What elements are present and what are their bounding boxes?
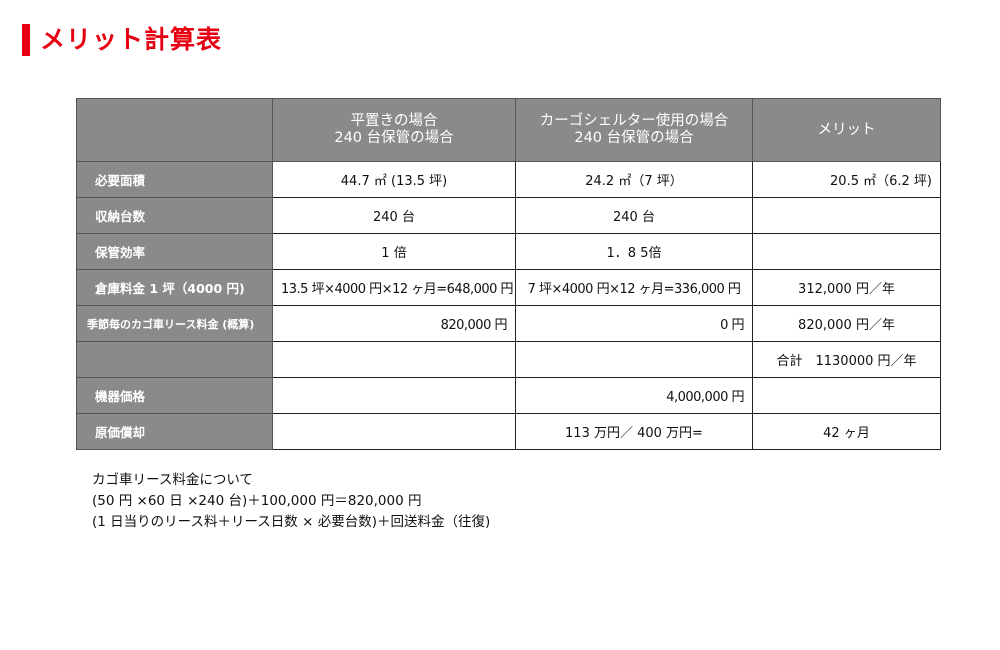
cell-flat: 1 倍 xyxy=(272,233,516,270)
table-row: 合計 1130000 円／年 xyxy=(76,341,941,378)
cell-flat: 13.5 坪×4000 円×12 ヶ月=648,000 円 xyxy=(272,269,516,306)
cell-cargo: 113 万円／ 400 万円= xyxy=(515,413,753,450)
table-row: 保管効率 1 倍 1．8 5倍 xyxy=(76,233,941,270)
row-label: 機器価格 xyxy=(76,377,273,414)
cell-cargo: 4,000,000 円 xyxy=(515,377,753,414)
row-label: 必要面積 xyxy=(76,161,273,198)
cell-merit xyxy=(752,377,941,414)
table-row: 機器価格 4,000,000 円 xyxy=(76,377,941,414)
table-row: 倉庫料金 1 坪（4000 円) 13.5 坪×4000 円×12 ヶ月=648… xyxy=(76,269,941,306)
cell-merit: 20.5 ㎡（6.2 坪) xyxy=(752,161,941,198)
header-flat-line1: 平置きの場合 xyxy=(350,113,438,129)
cell-cargo: 1．8 5倍 xyxy=(515,233,753,270)
table-row: 収納台数 240 台 240 台 xyxy=(76,197,941,234)
table-row: 季節毎のカゴ車リース料金 (概算) 820,000 円 0 円 820,000 … xyxy=(76,305,941,342)
lease-notes: カゴ車リース料金について (50 円 ×60 日 ×240 台)＋100,000… xyxy=(92,470,490,533)
header-flat: 平置きの場合 240 台保管の場合 xyxy=(272,98,516,162)
header-cargo-line2: 240 台保管の場合 xyxy=(574,130,694,146)
cell-cargo: 240 台 xyxy=(515,197,753,234)
header-flat-line2: 240 台保管の場合 xyxy=(334,130,454,146)
row-label: 原価償却 xyxy=(76,413,273,450)
merit-table: 平置きの場合 240 台保管の場合 カーゴシェルター使用の場合 240 台保管の… xyxy=(76,98,941,450)
cell-cargo: 7 坪×4000 円×12 ヶ月=336,000 円 xyxy=(515,269,753,306)
table-header-row: 平置きの場合 240 台保管の場合 カーゴシェルター使用の場合 240 台保管の… xyxy=(76,98,941,162)
cell-flat xyxy=(272,413,516,450)
title-accent-bar xyxy=(22,24,30,56)
cell-merit xyxy=(752,197,941,234)
cell-merit: 42 ヶ月 xyxy=(752,413,941,450)
cell-cargo xyxy=(515,341,753,378)
row-label: 収納台数 xyxy=(76,197,273,234)
cell-merit xyxy=(752,233,941,270)
row-label: 保管効率 xyxy=(76,233,273,270)
header-blank xyxy=(76,98,273,162)
cell-cargo: 0 円 xyxy=(515,305,753,342)
note-line: (1 日当りのリース料＋リース日数 × 必要台数)＋回送料金（往復) xyxy=(92,514,491,530)
cell-flat xyxy=(272,341,516,378)
cell-merit: 312,000 円／年 xyxy=(752,269,941,306)
note-line: (50 円 ×60 日 ×240 台)＋100,000 円＝820,000 円 xyxy=(92,493,422,509)
row-label: 倉庫料金 1 坪（4000 円) xyxy=(76,269,273,306)
cell-merit-total: 合計 1130000 円／年 xyxy=(752,341,941,378)
header-cargo-line1: カーゴシェルター使用の場合 xyxy=(539,113,729,129)
cell-flat: 820,000 円 xyxy=(272,305,516,342)
header-cargo-shelter: カーゴシェルター使用の場合 240 台保管の場合 xyxy=(515,98,753,162)
table-row: 必要面積 44.7 ㎡ (13.5 坪) 24.2 ㎡（7 坪） 20.5 ㎡（… xyxy=(76,161,941,198)
cell-flat xyxy=(272,377,516,414)
cell-cargo: 24.2 ㎡（7 坪） xyxy=(515,161,753,198)
cell-merit: 820,000 円／年 xyxy=(752,305,941,342)
table-row: 原価償却 113 万円／ 400 万円= 42 ヶ月 xyxy=(76,413,941,450)
row-label xyxy=(76,341,273,378)
note-line: カゴ車リース料金について xyxy=(92,472,253,488)
header-merit: メリット xyxy=(752,98,941,162)
cell-flat: 240 台 xyxy=(272,197,516,234)
cell-flat: 44.7 ㎡ (13.5 坪) xyxy=(272,161,516,198)
page-title: メリット計算表 xyxy=(40,25,223,54)
row-label: 季節毎のカゴ車リース料金 (概算) xyxy=(76,305,273,342)
